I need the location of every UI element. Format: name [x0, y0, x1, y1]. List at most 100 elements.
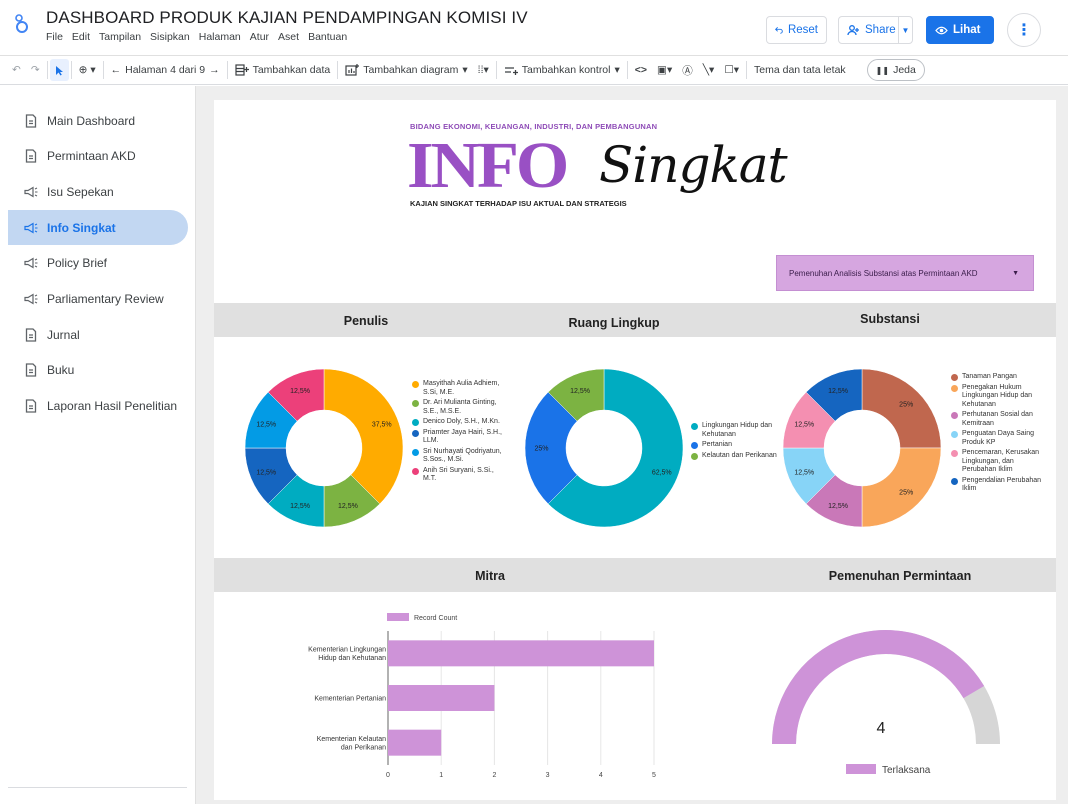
share-dropdown-icon[interactable]: ▼	[898, 17, 912, 43]
top-bar: DASHBOARD PRODUK KAJIAN PENDAMPINGAN KOM…	[0, 0, 1068, 52]
menu-item[interactable]: File	[46, 31, 68, 43]
reset-button[interactable]: Reset	[766, 16, 827, 44]
url-embed-icon[interactable]: <>	[630, 59, 652, 81]
sidebar-item-permintaan-akd[interactable]: Permintaan AKD	[8, 139, 188, 174]
legend-item[interactable]: Masyithah Aulia Adhiem, S.Si, M.E.	[412, 380, 504, 397]
add-control-label: Tambahkan kontrol	[521, 64, 611, 76]
pause-button[interactable]: ❚❚ Jeda	[866, 59, 925, 81]
menu-item[interactable]: Tampilan	[99, 31, 146, 43]
slice-data-label: 12,5%	[338, 503, 358, 510]
menu-item[interactable]: Atur	[250, 31, 274, 43]
share-label: Share	[865, 24, 896, 36]
donut-slice[interactable]	[323, 368, 404, 505]
share-button[interactable]: Share ▼	[838, 16, 913, 44]
document-icon	[25, 113, 37, 128]
legend-swatch	[691, 442, 698, 449]
page-navigator[interactable]: ← Halaman 4 dari 9 →	[106, 59, 225, 81]
bar[interactable]	[388, 729, 442, 756]
sidebar-item-label: Isu Sepekan	[47, 184, 114, 199]
prev-page-icon[interactable]: ←	[111, 64, 122, 76]
slice-data-label: 12,5%	[570, 388, 590, 395]
sidebar-item-parliamentary-review[interactable]: Parliamentary Review	[8, 282, 188, 317]
toolbar-divider	[226, 61, 228, 79]
penulis-legend: Masyithah Aulia Adhiem, S.Si, M.E. Dr. Ar…	[412, 380, 504, 486]
report-title[interactable]: DASHBOARD PRODUK KAJIAN PENDAMPINGAN KOM…	[46, 8, 528, 28]
legend-item[interactable]: Denico Doly, S.H., M.Kn.	[412, 418, 504, 427]
bar[interactable]	[388, 685, 495, 711]
add-control-button[interactable]: Tambahkan kontrol ▾	[499, 59, 625, 81]
select-cursor-icon[interactable]	[49, 59, 69, 81]
add-chart-label: Tambahkan diagram	[363, 64, 459, 76]
legend-item[interactable]: Priamter Jaya Hairi, S.H., LLM.	[412, 429, 504, 446]
sidebar-divider	[8, 787, 187, 788]
slice-data-label: 12,5%	[828, 503, 848, 510]
donut-slice[interactable]	[861, 447, 942, 528]
sidebar-item-jurnal[interactable]: Jurnal	[8, 317, 188, 352]
add-data-button[interactable]: Tambahkan data	[230, 59, 336, 81]
legend-item[interactable]: Perhutanan Sosial dan Kemitraan	[951, 411, 1046, 428]
legend-item[interactable]: Pengendalian Perubahan Iklim	[951, 477, 1046, 494]
more-options-icon[interactable]: ⋮	[1007, 13, 1041, 47]
document-icon	[25, 328, 37, 342]
x-tick-label: 2	[492, 772, 496, 779]
legend-item[interactable]: Pertanian	[691, 441, 781, 450]
zoom-icon[interactable]: ⊕ ▾	[74, 59, 101, 81]
filter-label: Pemenuhan Analisis Substansi atas Permin…	[789, 268, 978, 278]
filter-dropdown[interactable]: Pemenuhan Analisis Substansi atas Permin…	[776, 255, 1034, 291]
community-viz-icon[interactable]: ⁞⁞▾	[473, 59, 494, 81]
bar[interactable]	[388, 640, 654, 667]
legend-item[interactable]: Lingkungan Hidup dan Kehutanan	[691, 422, 781, 439]
looker-studio-logo-icon[interactable]	[14, 14, 30, 34]
legend-label: Perhutanan Sosial dan Kemitraan	[962, 411, 1033, 427]
sidebar-item-info-singkat[interactable]: Info Singkat	[8, 210, 188, 246]
sidebar-item-main-dashboard[interactable]: Main Dashboard	[8, 103, 188, 138]
menu-item[interactable]: Sisipkan	[150, 31, 195, 43]
legend-item[interactable]: Dr. Ari Mulianta Ginting, S.E., M.S.E.	[412, 399, 504, 416]
x-tick-label: 4	[599, 772, 603, 779]
text-box-icon[interactable]: Ⓐ	[677, 59, 698, 81]
add-data-label: Tambahkan data	[252, 64, 331, 76]
add-chart-button[interactable]: Tambahkan diagram ▾	[340, 59, 472, 81]
report-canvas: BIDANG EKONOMI, KEUANGAN, INDUSTRI, DAN …	[196, 86, 1068, 804]
sidebar-item-label: Main Dashboard	[47, 113, 136, 128]
image-icon[interactable]: ▣▾	[652, 59, 677, 81]
redo-icon[interactable]: ↷	[26, 59, 45, 81]
sidebar-item-laporan-hasil-penelitian[interactable]: Laporan Hasil Penelitian	[8, 389, 188, 424]
shape-icon[interactable]: ☐▾	[719, 59, 744, 81]
menu-item[interactable]: Bantuan	[308, 31, 352, 43]
legend-item[interactable]: Kelautan dan Perikanan	[691, 452, 781, 461]
brand-subtitle-bottom: KAJIAN SINGKAT TERHADAP ISU AKTUAL DAN S…	[410, 199, 627, 208]
legend-label: Terlaksana	[882, 765, 931, 776]
legend-item[interactable]: Penegakan Hukum Lingkungan Hidup dan Keh…	[951, 384, 1046, 410]
slice-data-label: 12,5%	[256, 469, 276, 476]
next-page-icon[interactable]: →	[209, 64, 220, 76]
legend-item[interactable]: Pencemaran, Kerusakan Lingkungan, dan Pe…	[951, 449, 1046, 475]
legend-label: Penguatan Daya Saing Produk KP	[962, 430, 1034, 446]
toolbar-divider	[495, 61, 497, 79]
menu-item[interactable]: Halaman	[199, 31, 246, 43]
slice-data-label: 12,5%	[290, 503, 310, 510]
gauge-value: 4	[877, 720, 886, 737]
line-icon[interactable]: ╲▾	[698, 59, 720, 81]
legend-item[interactable]: Penguatan Daya Saing Produk KP	[951, 430, 1046, 447]
toolbar-divider	[102, 61, 104, 79]
slice-data-label: 12,5%	[794, 422, 814, 429]
menu-item[interactable]: Edit	[72, 31, 95, 43]
menu-item[interactable]: Aset	[278, 31, 304, 43]
theme-layout-button[interactable]: Tema dan tata letak	[749, 59, 851, 81]
sidebar-item-isu-sepekan[interactable]: Isu Sepekan	[8, 174, 188, 209]
slice-data-label: 12,5%	[290, 388, 310, 395]
legend-item[interactable]: Sri Nurhayati Qodriyatun, S.Sos., M.Si.	[412, 448, 504, 465]
brand-singkat-text: Singkat	[599, 136, 788, 194]
donut-slice[interactable]	[861, 368, 942, 449]
add-person-icon	[847, 24, 859, 35]
sidebar-item-buku[interactable]: Buku	[8, 353, 188, 388]
undo-icon[interactable]: ↶	[0, 59, 26, 81]
sidebar-item-label: Policy Brief	[47, 256, 108, 271]
view-button[interactable]: Lihat	[926, 16, 994, 44]
legend-label: Kelautan dan Perikanan	[702, 451, 777, 459]
pemenuhan-gauge-chart: 4 Terlaksana	[772, 630, 1000, 776]
legend-item[interactable]: Tanaman Pangan	[951, 373, 1046, 382]
legend-item[interactable]: Anih Sri Suryani, S.Si., M.T.	[412, 467, 504, 484]
sidebar-item-policy-brief[interactable]: Policy Brief	[8, 246, 188, 281]
